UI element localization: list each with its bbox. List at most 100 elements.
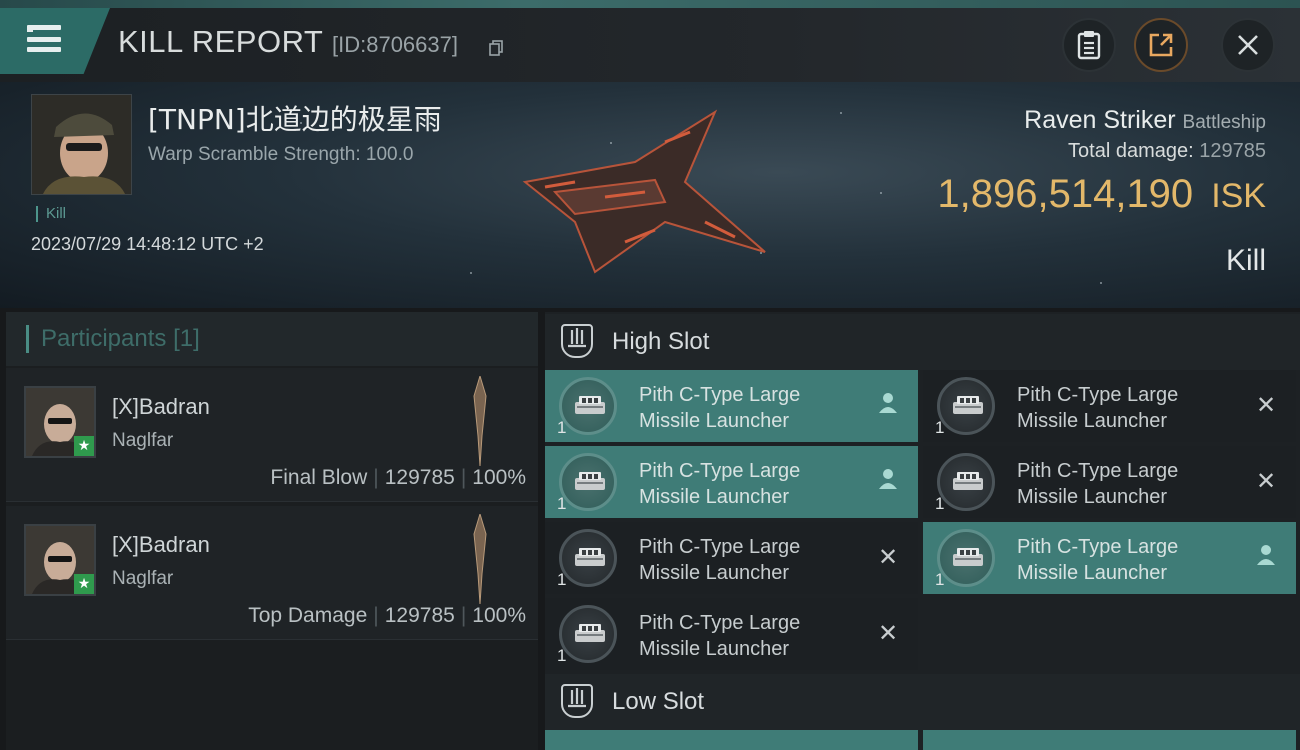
warp-scramble-strength: Warp Scramble Strength: 100.0 [148, 144, 414, 165]
module-quantity: 1 [557, 418, 567, 437]
weapon-icon [473, 514, 487, 604]
kill-report-window: KILL REPORT [ID:8706637] [TNPN]北道边的极星雨 W… [0, 0, 1300, 750]
low-slot-header: Low Slot [545, 674, 1300, 730]
isk-amount: 1,896,514,190 [937, 172, 1194, 216]
clipboard-button[interactable] [1062, 18, 1116, 72]
module-name-line1: Pith C-Type Large [639, 460, 801, 482]
low-slot-module[interactable] [923, 730, 1296, 750]
module-name-line1: Pith C-Type Large [639, 536, 801, 558]
participants-title: Participants [1] [26, 325, 200, 353]
ship-name-label: Raven Striker [1024, 106, 1176, 134]
module-name-line1: Pith C-Type Large [639, 612, 801, 634]
module-name: Pith C-Type Large Missile Launcher [1017, 534, 1237, 586]
participant-stats: Top Damage | 129785 | 100% [248, 604, 526, 627]
high-slot-module[interactable]: 1 Pith C-Type Large Missile Launcher ✕ [923, 446, 1296, 518]
module-name: Pith C-Type Large Missile Launcher [1017, 382, 1237, 434]
destroyed-x-icon: ✕ [1255, 467, 1277, 495]
module-name-line1: Pith C-Type Large [639, 384, 801, 406]
total-damage-label: Total damage: [1068, 140, 1194, 162]
result-label: Kill [1225, 244, 1266, 277]
module-name-line1: Pith C-Type Large [1017, 460, 1179, 482]
participant-ship: Naglfar [112, 568, 174, 589]
module-name-line2: Missile Launcher [1017, 562, 1168, 584]
avatar[interactable]: ★ [24, 386, 96, 458]
high-slot-module[interactable]: 1 Pith C-Type Large Missile Launcher [545, 370, 918, 442]
close-button[interactable] [1221, 18, 1275, 72]
high-slot-module[interactable]: 1 Pith C-Type Large Missile Launcher [923, 522, 1296, 594]
avatar[interactable]: ★ [24, 524, 96, 596]
participants-title-text: Participants [41, 325, 167, 352]
victim-ship-name[interactable]: Raven Striker Battleship [1024, 106, 1266, 135]
participants-header: Participants [1] [6, 312, 538, 366]
weapon-icon [473, 376, 487, 466]
total-damage-value: 129785 [1199, 140, 1266, 162]
destroyed-x-icon: ✕ [1255, 391, 1277, 419]
star-badge-icon: ★ [74, 436, 94, 456]
header-bar: KILL REPORT [ID:8706637] [0, 8, 1300, 82]
missile-launcher-icon [953, 548, 983, 566]
share-icon [1149, 33, 1173, 57]
participant-role: Final Blow [270, 466, 368, 489]
module-quantity: 1 [557, 570, 567, 589]
victim-portrait[interactable] [31, 94, 132, 195]
participant-role: Top Damage [248, 604, 368, 627]
missile-launcher-icon [575, 396, 605, 414]
destroyed-x-icon: ✕ [877, 543, 899, 571]
module-name-line1: Pith C-Type Large [1017, 384, 1179, 406]
victim-summary: [TNPN]北道边的极星雨 Warp Scramble Strength: 10… [0, 82, 1300, 308]
copy-icon[interactable] [489, 40, 503, 56]
participant-ship: Naglfar [112, 430, 174, 451]
fitting-panel: High Slot 1 Pith C-Type Large Missile Laun… [545, 312, 1300, 750]
module-quantity: 1 [935, 494, 945, 513]
participant-name[interactable]: [X]Badran [112, 532, 210, 558]
participant-percent: 100% [472, 466, 526, 489]
module-name: Pith C-Type Large Missile Launcher [639, 534, 859, 586]
share-button[interactable] [1134, 18, 1188, 72]
low-slot-module[interactable] [545, 730, 918, 750]
high-slot-icon [561, 324, 593, 358]
low-slot-icon [561, 684, 593, 718]
missile-launcher-icon [575, 472, 605, 490]
victim-pilot-name[interactable]: [TNPN]北道边的极星雨 [148, 98, 442, 138]
module-name-line1: Pith C-Type Large [1017, 536, 1179, 558]
participant-damage: 129785 [384, 604, 455, 627]
top-accent-line [0, 0, 1300, 8]
hamburger-icon [27, 25, 63, 55]
high-slot-header: High Slot [545, 314, 1300, 370]
high-slot-title: High Slot [612, 328, 710, 355]
isk-value: 1,896,514,190 ISK [937, 172, 1266, 217]
module-name-line2: Missile Launcher [639, 638, 790, 660]
high-slot-module[interactable]: 1 Pith C-Type Large Missile Launcher ✕ [923, 370, 1296, 442]
module-name-line2: Missile Launcher [1017, 410, 1168, 432]
module-name-line2: Missile Launcher [639, 410, 790, 432]
total-damage: Total damage: 129785 [1068, 140, 1266, 163]
module-name-line2: Missile Launcher [639, 486, 790, 508]
participants-panel: Participants [1] ★ [X]Badran Naglfar Fin [6, 312, 538, 750]
menu-button[interactable] [0, 8, 110, 74]
isk-unit: ISK [1211, 177, 1266, 215]
participant-percent: 100% [472, 604, 526, 627]
kill-tag: Kill [36, 206, 66, 222]
missile-launcher-icon [953, 396, 983, 414]
missile-launcher-icon [575, 624, 605, 642]
clipboard-icon [1077, 31, 1101, 60]
kill-datetime: 2023/07/29 14:48:12 UTC +2 [31, 234, 264, 254]
module-name-line2: Missile Launcher [639, 562, 790, 584]
high-slot-module[interactable]: 1 Pith C-Type Large Missile Launcher [545, 446, 918, 518]
participant-card[interactable]: ★ [X]Badran Naglfar Top Damage | 129785 | 10… [6, 506, 538, 640]
participant-damage: 129785 [384, 466, 455, 489]
missile-launcher-icon [575, 548, 605, 566]
module-name-line2: Missile Launcher [1017, 486, 1168, 508]
module-quantity: 1 [935, 570, 945, 589]
high-slot-module[interactable]: 1 Pith C-Type Large Missile Launcher ✕ [545, 522, 918, 594]
pilot-icon [876, 468, 900, 494]
module-quantity: 1 [557, 494, 567, 513]
participant-card[interactable]: ★ [X]Badran Naglfar Final Blow | 129785 | 10… [6, 368, 538, 502]
participant-name[interactable]: [X]Badran [112, 394, 210, 420]
page-title: KILL REPORT [118, 24, 324, 59]
high-slot-module[interactable]: 1 Pith C-Type Large Missile Launcher ✕ [545, 598, 918, 670]
destroyed-x-icon: ✕ [877, 619, 899, 647]
report-id: [ID:8706637] [332, 32, 458, 57]
pilot-icon [1254, 544, 1278, 570]
module-name: Pith C-Type Large Missile Launcher [1017, 458, 1237, 510]
